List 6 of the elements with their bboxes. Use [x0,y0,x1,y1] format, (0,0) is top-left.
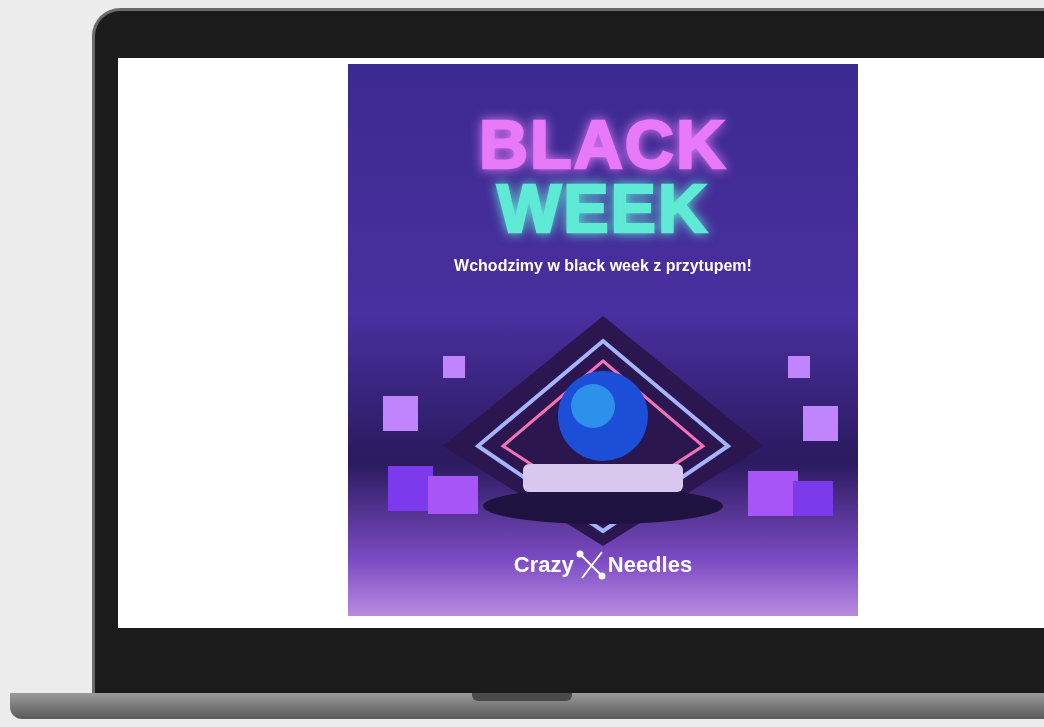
crossed-needles-icon [575,549,606,580]
neon-headline: WEEK [497,176,709,240]
logo-text: Crazy [513,551,574,579]
banner-tagline: Wchodzimy w black week z przytupem! [454,256,752,276]
neon-headline: BLACK [479,112,727,176]
logo-text: Needles [607,551,693,579]
